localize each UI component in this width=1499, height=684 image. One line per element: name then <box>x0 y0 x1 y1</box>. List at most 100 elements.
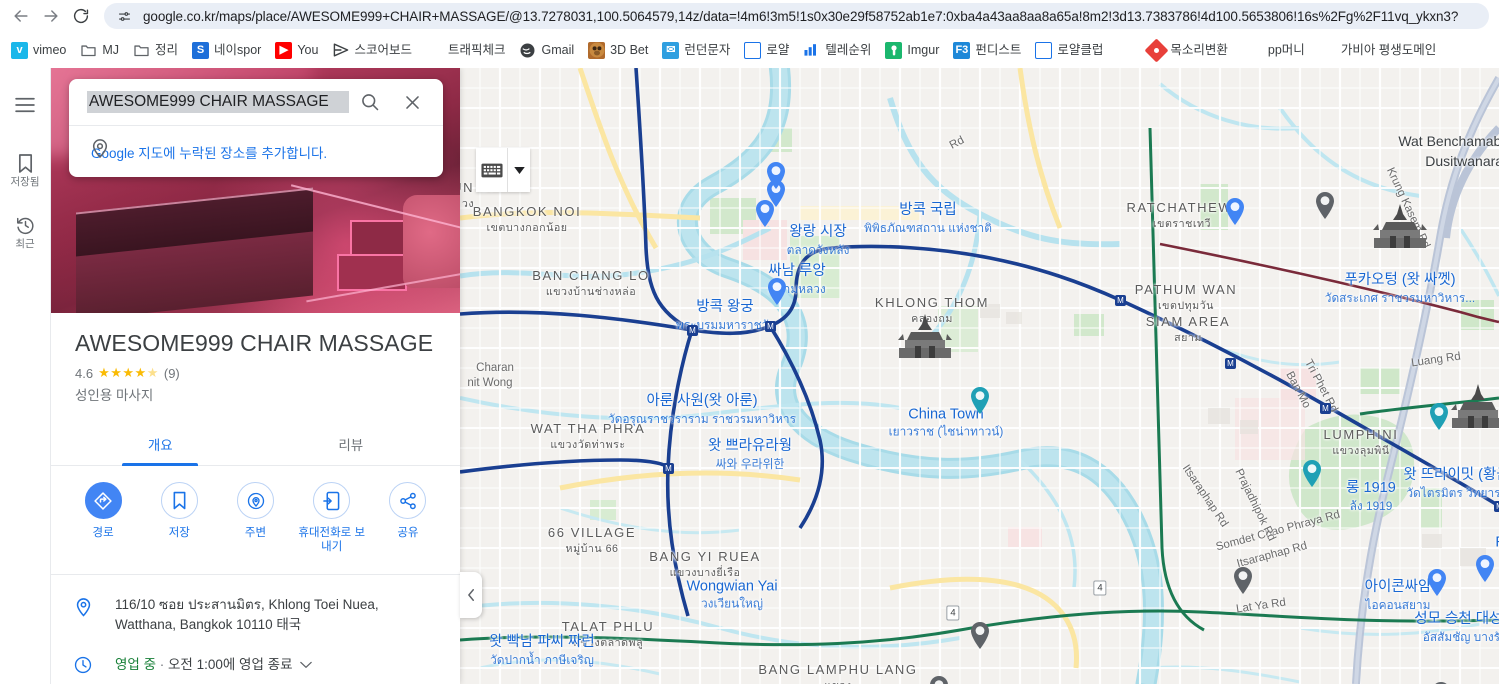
search-icon[interactable] <box>349 81 391 123</box>
left-rail: 저장됨 최근 <box>0 68 51 684</box>
bookmark-item[interactable]: 3D Bet <box>581 39 655 62</box>
back-button[interactable] <box>6 2 36 30</box>
browser-toolbar: google.co.kr/maps/place/AWESOME999+CHAIR… <box>0 0 1499 32</box>
bookmark-item[interactable]: 스코어보드 <box>325 39 419 62</box>
share-icon <box>389 482 427 519</box>
bookmark-label: pp머니 <box>1267 42 1305 57</box>
address-bar[interactable]: google.co.kr/maps/place/AWESOME999+CHAIR… <box>104 3 1489 29</box>
transit-station-marker[interactable]: M <box>1115 295 1126 306</box>
search-input[interactable]: AWESOME999 CHAIR MASSAGE <box>87 91 349 113</box>
map-canvas[interactable]: RATCHATHEWI เขตราชเทวี PATHUM WAN เขตปทุมวั… <box>460 68 1499 684</box>
url-text: google.co.kr/maps/place/AWESOME999+CHAIR… <box>143 8 1459 24</box>
sidebar-item-recent[interactable]: 최근 <box>0 214 51 250</box>
transit-station-marker[interactable]: M <box>663 463 674 474</box>
bookmark-item[interactable]: MJ <box>73 39 126 62</box>
keyboard-icon[interactable] <box>476 163 507 178</box>
bookmark-item[interactable]: R 로얄클럽 <box>1028 39 1110 62</box>
place-info-list: 116/10 ซอย ประสานมิตร, Khlong Toei Nuea,… <box>51 574 460 684</box>
bookmark-label: 정리 <box>155 42 179 57</box>
browser-chrome: google.co.kr/maps/place/AWESOME999+CHAIR… <box>0 0 1499 68</box>
naver-sports-icon: S <box>192 41 210 59</box>
place-category: 성인용 마사지 <box>75 388 154 403</box>
bookmark-item[interactable]: 9. 가비아 평생도메인 <box>1312 39 1443 62</box>
hours-status: 영업 중 <box>115 657 157 672</box>
highway-shield: 4 <box>946 605 960 621</box>
send-to-phone-button[interactable]: 휴대전화로 보내기 <box>294 482 370 554</box>
address-row[interactable]: 116/10 ซอย ประสานมิตร, Khlong Toei Nuea,… <box>51 585 460 645</box>
ime-language-widget[interactable] <box>476 148 530 192</box>
save-button[interactable]: 저장 <box>141 482 217 554</box>
reload-button[interactable] <box>66 2 96 30</box>
tab-reviews[interactable]: 리뷰 <box>256 422 447 465</box>
transit-station-marker[interactable]: M <box>1320 403 1331 414</box>
bookmark-item[interactable]: S 네이spor <box>185 39 268 62</box>
transit-station-marker[interactable]: M <box>1225 358 1236 369</box>
bookmark-item[interactable]: R 로얄 <box>737 39 796 62</box>
search-row: AWESOME999 CHAIR MASSAGE <box>69 79 443 125</box>
star-half: ★ <box>146 365 159 380</box>
bookmark-label: 네이spor <box>214 42 262 57</box>
hours-text: 영업 중 · 오전 1:00에 영업 종료 <box>115 655 313 675</box>
bookmark-label: 목소리변환 <box>1170 42 1228 57</box>
tab-overview[interactable]: 개요 <box>65 422 256 466</box>
caret-down-icon[interactable] <box>508 166 530 174</box>
share-label: 공유 <box>397 527 419 539</box>
bookmark-label: 로얄 <box>766 42 790 57</box>
history-icon <box>16 214 35 236</box>
review-count[interactable]: (9) <box>164 366 180 381</box>
send-to-phone-label: 휴대전화로 보내기 <box>298 527 366 553</box>
bookmark-item[interactable]: a 트래픽체크 <box>419 39 513 62</box>
bookmark-item[interactable]: v vimeo <box>4 39 73 62</box>
envelope-icon: ✉ <box>662 41 680 59</box>
temple-landmark-icon[interactable] <box>895 314 955 365</box>
photo-cube-1 <box>349 219 411 260</box>
youtube-icon: ▶ <box>275 41 293 59</box>
clock-icon <box>73 655 93 674</box>
bookmark-item[interactable]: ✉ 런던문자 <box>655 39 737 62</box>
place-details-panel: AWESOME999 CHAIR MASSAGE Google 지도에 누락된 … <box>51 68 460 684</box>
site-settings-icon[interactable] <box>116 8 133 25</box>
pundit-icon: F3 <box>953 41 971 59</box>
bookmark-item[interactable]: ▶ You <box>268 39 325 62</box>
rating-row: 4.6 ★★★★★ (9) <box>51 357 460 381</box>
hours-separator: · <box>156 657 169 672</box>
gmail-globe-icon <box>519 42 536 59</box>
bookmark-item[interactable]: M <box>1110 39 1141 62</box>
hours-detail: 오전 1:00에 영업 종료 <box>168 657 293 672</box>
address-text: 116/10 ซอย ประสานมิตร, Khlong Toei Nuea,… <box>115 597 379 632</box>
bookmark-label: 스코어보드 <box>354 42 412 57</box>
sidebar-item-saved[interactable]: 저장됨 <box>0 152 51 188</box>
scoreboard-icon <box>332 42 349 59</box>
transit-station-marker[interactable]: M <box>1494 501 1499 512</box>
directions-button[interactable]: 경로 <box>65 482 141 554</box>
maps-app: RATCHATHEWI เขตราชเทวี PATHUM WAN เขตปทุมวั… <box>0 68 1499 684</box>
bookmark-item[interactable]: F3 펀디스트 <box>946 39 1028 62</box>
rating-value: 4.6 <box>75 365 94 381</box>
sidebar-item-saved-label: 저장됨 <box>10 176 40 188</box>
bookmark-item[interactable]: Imgur <box>878 39 946 62</box>
bookmark-item[interactable]: 목소리변환 <box>1141 37 1235 63</box>
nearby-button[interactable]: 주변 <box>217 482 293 554</box>
add-missing-place-suggestion[interactable]: Google 지도에 누락된 장소를 추가합니다. <box>69 126 443 177</box>
forward-button[interactable] <box>36 2 66 30</box>
bookmark-label: MJ <box>102 42 120 57</box>
bookmark-item[interactable]: 정리 <box>126 39 185 62</box>
panel-collapse-button[interactable] <box>460 572 482 618</box>
bookmark-item[interactable]: 텔레순위 <box>796 39 878 62</box>
royal-r-icon: R <box>744 41 762 59</box>
folder-icon <box>80 42 97 59</box>
chevron-down-icon[interactable] <box>300 657 313 672</box>
transit-station-marker[interactable]: M <box>687 325 698 336</box>
share-button[interactable]: 공유 <box>370 482 446 554</box>
bookmark-label: 가비아 평생도메인 <box>1340 42 1437 57</box>
hamburger-menu-button[interactable] <box>0 94 51 116</box>
amazon-icon: a <box>431 43 438 56</box>
bookmark-item[interactable]: pp머니 <box>1261 39 1312 62</box>
bookmark-item[interactable]: Gmail <box>512 39 581 62</box>
temple-landmark-icon[interactable] <box>1370 204 1430 255</box>
transit-station-marker[interactable]: M <box>765 321 776 332</box>
hours-row[interactable]: 영업 중 · 오전 1:00에 영업 종료 <box>51 645 460 684</box>
temple-landmark-icon[interactable] <box>1448 384 1499 435</box>
m-letter-icon: M <box>1121 43 1131 56</box>
close-icon[interactable] <box>391 81 433 123</box>
